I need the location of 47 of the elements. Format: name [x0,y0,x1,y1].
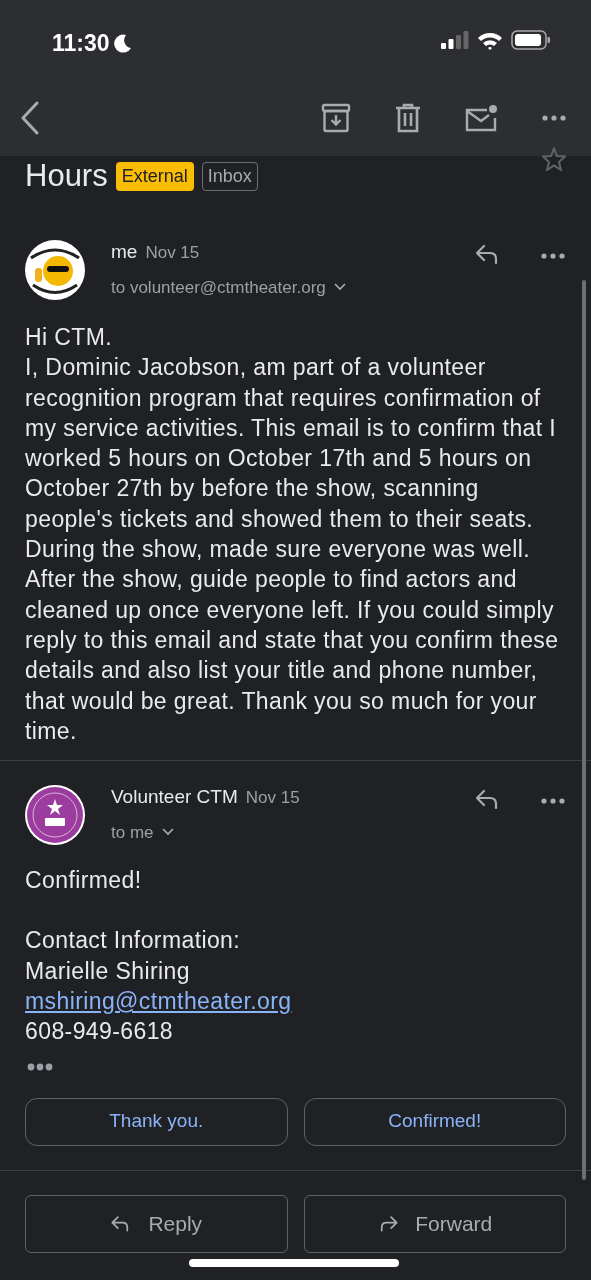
mail-icon [465,104,497,132]
sender-name: me [111,240,138,264]
more-button[interactable] [540,796,566,807]
more-icon [540,796,566,807]
trash-icon [395,103,421,133]
more-icon [540,251,566,261]
recipient-text: to volunteer@ctmtheater.org [111,276,326,299]
more-button[interactable] [540,251,566,261]
message-date: Nov 15 [145,242,200,264]
delete-button[interactable] [395,103,421,133]
message-text: I, Dominic Jacobson, am part of a volunteer recognition program that requires confirmation of my service activities. This email is to confirm that I worked 5 hours on October 17th and 5 hours on October 27th by before the show, scanning people's tickets and showed them to their seats. During the show, made sure everyone was well. After the show, guide people to find actors and cleaned up once everyone left. If you could simply reply to this email and state that you confirm these details and also list your title and phone number, that would be great. Thank you so much for your time. [25,353,560,746]
star-button[interactable] [542,147,566,171]
message-date: Nov 15 [245,787,300,810]
more-icon [541,113,567,123]
message-text: 608-949-6618 [25,1017,175,1047]
moon-icon [113,33,132,54]
email-link[interactable]: mshiring@ctmtheater.org [25,988,292,1015]
smart-reply-chip[interactable]: Confirmed! [303,1097,566,1146]
chevron-down-icon [161,828,174,837]
sender-name: Volunteer CTM [111,785,238,810]
recipient-text: to me [111,821,154,844]
reply-button[interactable]: Reply [25,1194,288,1253]
ellipsis-icon [27,1062,53,1071]
forward-button[interactable]: Forward [303,1194,566,1253]
chevron-down-icon [333,283,346,292]
details-toggle[interactable] [333,283,346,292]
archive-button[interactable] [321,103,351,133]
more-button[interactable] [541,113,567,123]
back-icon [20,101,40,135]
email-subject: Hours [25,156,108,195]
signal-icon [441,31,469,49]
message-text: Marielle Shiring [25,956,191,986]
back-button[interactable] [20,101,40,135]
status-time: 11:30 [52,29,110,58]
mark-unread-button[interactable] [465,104,497,132]
battery-icon [511,30,551,50]
message-text: Confirmed! [25,866,143,896]
star-icon [542,147,566,171]
message-text: Contact Information: [25,926,242,956]
inbox-label: Inbox [201,161,258,191]
smart-reply-chip[interactable]: Thank you. [25,1097,288,1146]
message-text: Hi CTM. [25,323,114,352]
archive-icon [321,103,351,133]
wifi-icon [477,30,503,50]
external-label: External [115,161,194,191]
details-toggle[interactable] [161,828,174,837]
show-trimmed-button[interactable] [27,1062,53,1071]
